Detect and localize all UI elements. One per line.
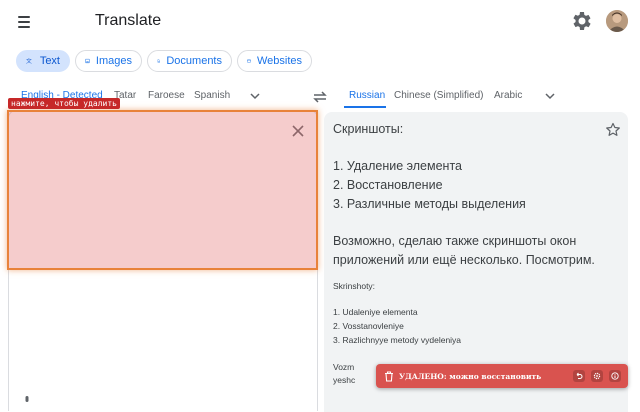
- mode-images-label: Images: [95, 55, 132, 67]
- target-lang-chevron-down-icon[interactable]: [543, 89, 557, 103]
- source-lang-faroese[interactable]: Faroese: [148, 90, 185, 101]
- mode-websites-label: Websites: [256, 55, 302, 67]
- transliteration-line: Vozm: [333, 362, 355, 372]
- mode-text-tab[interactable]: 文 Text: [16, 50, 70, 72]
- target-lang-underline: [344, 106, 386, 108]
- swap-languages-icon[interactable]: [311, 88, 329, 106]
- main-menu-button[interactable]: [12, 10, 36, 34]
- gear-icon: [593, 372, 601, 380]
- translation-line: приложений или ещё несколько. Посмотрим.: [333, 253, 595, 267]
- translation-line: Скриншоты:: [333, 122, 404, 136]
- target-lang-arabic[interactable]: Arabic: [494, 90, 522, 101]
- app-title: Translate: [95, 12, 162, 29]
- transliteration-line: 1. Udaleniye elementa: [333, 307, 418, 317]
- translate-icon: 文: [26, 57, 32, 65]
- transliteration-line: 2. Vosstanovleniye: [333, 321, 404, 331]
- source-lang-chevron-down-icon[interactable]: [248, 89, 262, 103]
- target-lang-chinese[interactable]: Chinese (Simplified): [394, 90, 483, 101]
- account-avatar[interactable]: [606, 10, 628, 32]
- mode-text-label: Text: [39, 55, 60, 67]
- translation-line: 2. Восстановление: [333, 178, 443, 192]
- website-icon: [247, 59, 251, 63]
- microphone-icon[interactable]: [22, 392, 32, 402]
- mode-documents-tab[interactable]: Documents: [147, 50, 232, 72]
- translation-line: Возможно, сделаю также скриншоты окон: [333, 234, 577, 248]
- undo-button[interactable]: [573, 370, 585, 382]
- element-removal-highlight[interactable]: [7, 110, 318, 270]
- mode-documents-label: Documents: [166, 55, 222, 67]
- toast-message: УДАЛЕНО: можно восстановить: [399, 371, 542, 381]
- target-lang-russian[interactable]: Russian: [349, 90, 385, 101]
- transliteration-line: Skrinshoty:: [333, 281, 376, 291]
- settings-gear-icon[interactable]: [570, 9, 594, 33]
- save-translation-star-icon[interactable]: [605, 122, 621, 138]
- remove-hint-label: нажмите, чтобы удалить: [8, 98, 120, 109]
- mode-images-tab[interactable]: Images: [75, 50, 142, 72]
- translation-line: 1. Удаление элемента: [333, 159, 462, 173]
- document-icon: [157, 59, 160, 63]
- mode-websites-tab[interactable]: Websites: [237, 50, 312, 72]
- source-lang-spanish[interactable]: Spanish: [194, 90, 230, 101]
- undo-icon: [576, 372, 583, 379]
- toast-info-button[interactable]: [609, 370, 621, 382]
- transliteration-line: 3. Razlichnyye metody vydeleniya: [333, 335, 462, 345]
- info-icon: [611, 372, 619, 380]
- trash-icon: [385, 370, 393, 382]
- transliteration-line: yeshc: [333, 375, 356, 385]
- deleted-toast: УДАЛЕНО: можно восстановить: [376, 364, 628, 388]
- svg-text:文: 文: [26, 57, 32, 65]
- toast-settings-button[interactable]: [591, 370, 603, 382]
- translation-line: 3. Различные методы выделения: [333, 197, 526, 211]
- image-icon: [85, 58, 90, 64]
